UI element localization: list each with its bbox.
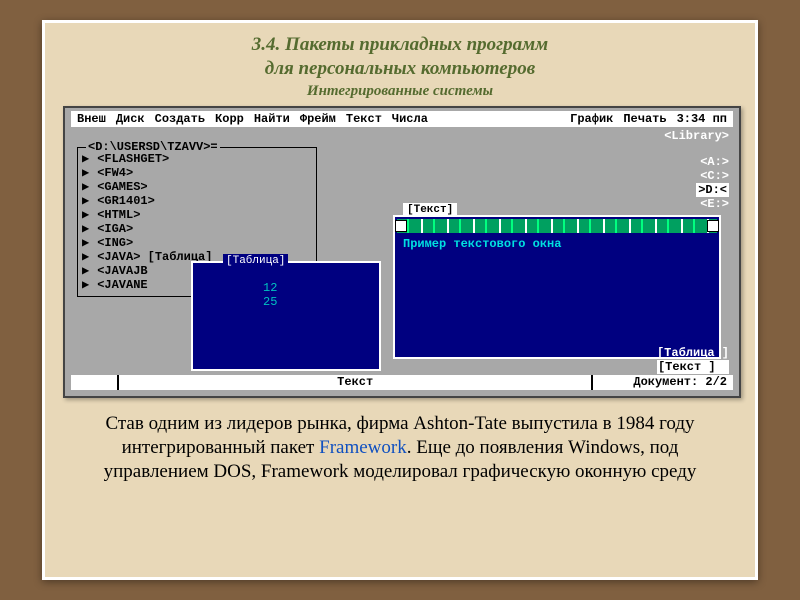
file-item: ▶ <GAMES>	[82, 180, 312, 194]
file-item: ▶ <FW4>	[82, 166, 312, 180]
menu-graph[interactable]: График	[570, 112, 613, 126]
file-item: ▶ <FLASHGET>	[82, 152, 312, 166]
label-text[interactable]: [Текст ]	[657, 360, 729, 374]
menu-print[interactable]: Печать	[623, 112, 666, 126]
clock: 3:34 пп	[677, 112, 727, 126]
menubar: Внеш Диск Создать Корр Найти Фрейм Текст…	[71, 111, 733, 127]
file-item: ▶ <ING>	[82, 236, 312, 250]
file-window-path: <D:\USERSD\TZAVV>=	[86, 140, 220, 154]
drive-a[interactable]: <A:>	[696, 155, 729, 169]
table-value: 12	[263, 281, 379, 295]
text-window-content: Пример текстового окна	[395, 235, 719, 253]
table-window-title: [Таблица]	[223, 254, 288, 268]
drive-list: <A:> <C:> >D:< <E:>	[696, 155, 729, 211]
menu-frame[interactable]: Фрейм	[300, 112, 336, 126]
menu-numbers[interactable]: Числа	[392, 112, 428, 126]
file-item: ▶ <IGA>	[82, 222, 312, 236]
drive-c[interactable]: <C:>	[696, 169, 729, 183]
subtitle: Интегрированные системы	[63, 83, 737, 100]
status-mode: Текст	[159, 375, 551, 390]
slide: 3.4. Пакеты прикладных программ для перс…	[42, 20, 758, 580]
menu-create[interactable]: Создать	[155, 112, 205, 126]
text-window[interactable]: [Текст] Пример текстового окна	[393, 215, 721, 359]
caption: Став одним из лидеров рынка, фирма Ashto…	[63, 412, 737, 485]
title-line1: 3.4. Пакеты прикладных программ	[63, 33, 737, 57]
table-window[interactable]: [Таблица] 12 25	[191, 261, 381, 371]
statusbar: Текст Документ: 2/2	[71, 375, 733, 390]
bottom-labels: [Таблица ] [Текст ]	[657, 346, 729, 374]
library-label: <Library>	[664, 129, 729, 143]
text-window-tab: [Текст]	[403, 203, 457, 217]
title-line2: для персональных компьютеров	[63, 57, 737, 81]
status-doc: Документ: 2/2	[633, 375, 727, 390]
drive-d[interactable]: >D:<	[696, 183, 729, 197]
menu-korr[interactable]: Корр	[215, 112, 244, 126]
file-item: ▶ <HTML>	[82, 208, 312, 222]
caption-link: Framework	[319, 437, 407, 458]
label-table[interactable]: [Таблица ]	[657, 346, 729, 360]
dos-screenshot: Внеш Диск Создать Корр Найти Фрейм Текст…	[63, 106, 741, 398]
file-item: ▶ <GR1401>	[82, 194, 312, 208]
menu-disk[interactable]: Диск	[116, 112, 145, 126]
title-block: 3.4. Пакеты прикладных программ для перс…	[63, 33, 737, 100]
menu-vnesh[interactable]: Внеш	[77, 112, 106, 126]
drive-e[interactable]: <E:>	[696, 197, 729, 211]
menu-find[interactable]: Найти	[254, 112, 290, 126]
menu-text[interactable]: Текст	[346, 112, 382, 126]
table-value: 25	[263, 295, 379, 309]
text-window-ruler	[397, 219, 717, 233]
